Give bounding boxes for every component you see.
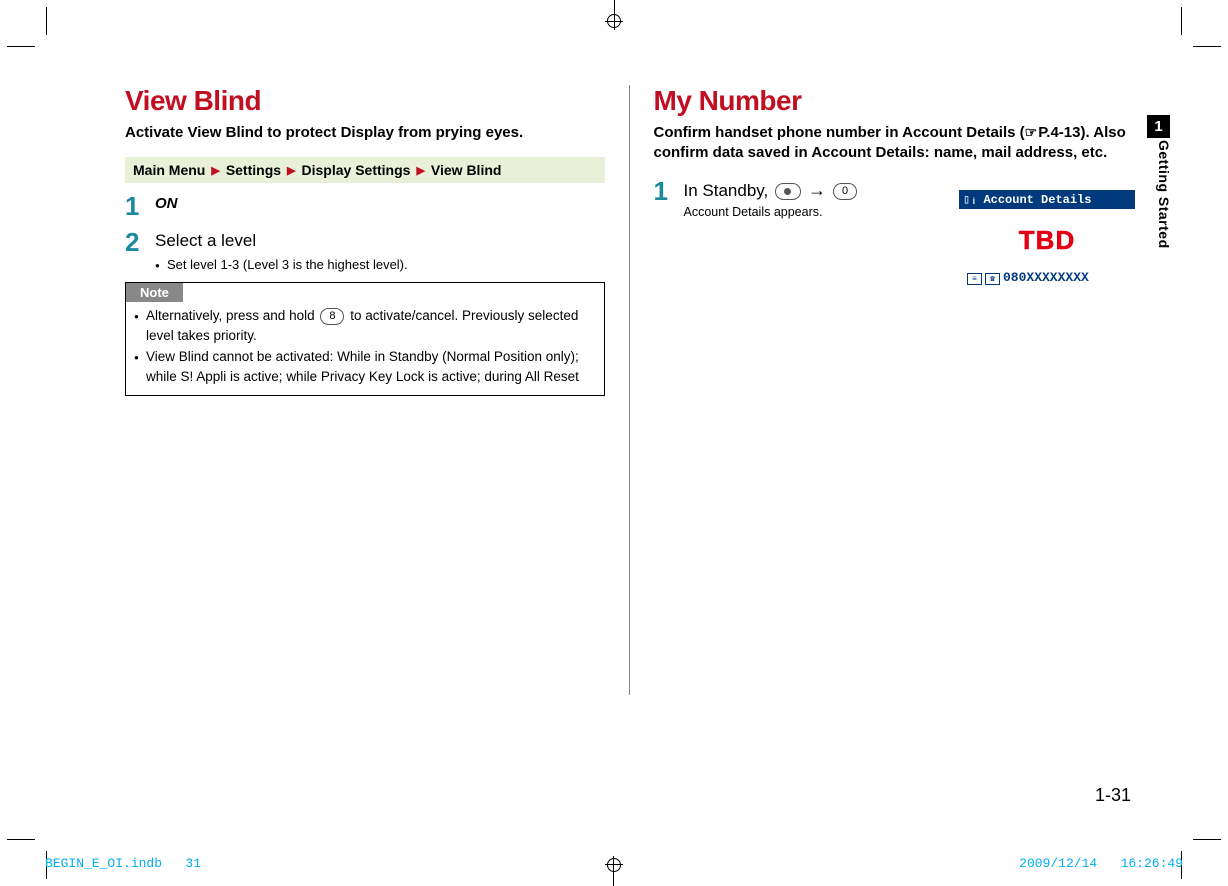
arrow-right-icon: → — [808, 180, 826, 200]
crop-mark — [7, 839, 35, 840]
menu-path-item: Display Settings — [302, 162, 411, 178]
subheading-my-number: Confirm handset phone number in Account … — [654, 123, 1134, 164]
note-item: Alternatively, press and hold 8 to activ… — [134, 306, 596, 345]
crop-mark — [7, 46, 35, 47]
menu-path-item: View Blind — [431, 162, 502, 178]
crop-mark — [1193, 839, 1221, 840]
text: In Standby, — [684, 181, 773, 200]
menu-path-bar: Main Menu ▶ Settings ▶ Display Settings … — [125, 157, 605, 183]
step-number: 2 — [125, 229, 155, 272]
page-content: View Blind Activate View Blind to protec… — [125, 85, 1133, 695]
phone-screen-mock: ▯ᵢ Account Details TBD ≡ ☎ 080XXXXXXXX — [959, 190, 1135, 291]
page-number: 1-31 — [1095, 785, 1131, 806]
heading-view-blind: View Blind — [125, 85, 605, 117]
menu-path-item: Settings — [226, 162, 281, 178]
crop-mark — [1193, 46, 1221, 47]
center-key-icon — [775, 183, 801, 200]
column-right: My Number Confirm handset phone number i… — [629, 85, 1134, 695]
chapter-tab: 1 — [1147, 115, 1170, 138]
pointer-icon — [1025, 124, 1039, 141]
step-1-label: ON — [155, 195, 178, 212]
screen-title: Account Details — [983, 193, 1091, 207]
chapter-number: 1 — [1154, 118, 1162, 135]
step-2-label: Select a level — [155, 231, 256, 250]
menu-arrow-icon: ▶ — [209, 164, 221, 177]
subheading-view-blind: Activate View Blind to protect Display f… — [125, 123, 605, 143]
note-text: Alternatively, press and hold — [146, 308, 318, 323]
list-icon: ≡ — [967, 273, 982, 285]
step-1-text: In Standby, → 0 — [684, 181, 860, 200]
column-left: View Blind Activate View Blind to protec… — [125, 85, 629, 695]
chapter-title-vertical: Getting Started — [1156, 140, 1172, 249]
phone-body: TBD ≡ ☎ 080XXXXXXXX — [959, 209, 1135, 291]
key-8-icon: 8 — [320, 308, 344, 325]
step-2-sub: Set level 1-3 (Level 3 is the highest le… — [155, 257, 605, 272]
footer-timestamp: 2009/12/14 16:26:49 — [1019, 856, 1183, 871]
phone-titlebar: ▯ᵢ Account Details — [959, 190, 1135, 209]
crop-mark — [1181, 7, 1182, 35]
phone-number: 080XXXXXXXX — [1003, 270, 1089, 285]
step-number: 1 — [125, 193, 155, 219]
registration-mark-top — [607, 0, 621, 28]
step-2: 2 Select a level Set level 1-3 (Level 3 … — [125, 229, 605, 272]
menu-arrow-icon: ▶ — [414, 164, 426, 177]
menu-path-item: Main Menu — [133, 162, 205, 178]
step-1: 1 ON — [125, 193, 605, 219]
note-box: Note Alternatively, press and hold 8 to … — [125, 282, 605, 395]
text: Confirm handset phone number in Account … — [654, 124, 1025, 141]
page-ref: P.4-13 — [1038, 124, 1080, 141]
key-0-icon: 0 — [833, 183, 857, 200]
phone-icon: ☎ — [985, 273, 1000, 285]
print-footer: BEGIN_E_OI.indb 31 2009/12/14 16:26:49 — [45, 856, 1183, 871]
step-number: 1 — [654, 178, 684, 219]
heading-my-number: My Number — [654, 85, 1134, 117]
phone-number-row: ≡ ☎ 080XXXXXXXX — [963, 270, 1131, 285]
menu-arrow-icon: ▶ — [285, 164, 297, 177]
footer-file: BEGIN_E_OI.indb 31 — [45, 856, 201, 871]
crop-mark — [46, 7, 47, 35]
tbd-placeholder: TBD — [963, 225, 1131, 256]
note-item: View Blind cannot be activated: While in… — [134, 347, 596, 386]
note-label: Note — [126, 283, 183, 302]
signal-icon: ▯ᵢ — [963, 192, 977, 207]
